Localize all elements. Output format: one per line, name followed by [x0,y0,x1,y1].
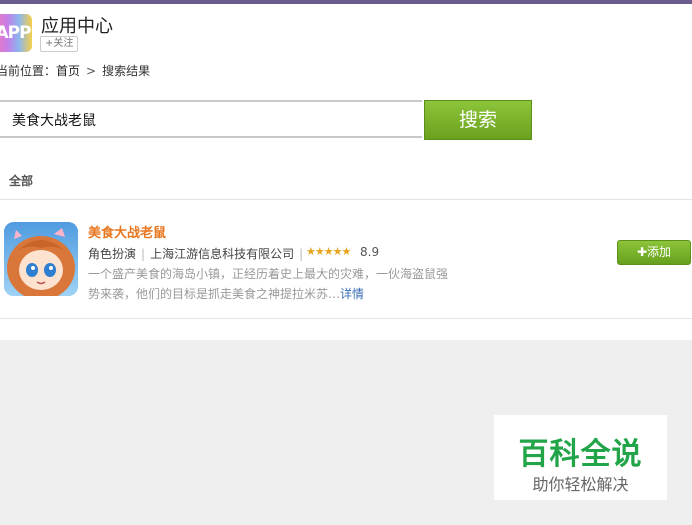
divider [0,318,692,319]
app-center-logo: APP [0,14,32,52]
watermark: 百科全说 助你轻松解决 [494,415,667,500]
app-meta: 角色扮演 | 上海江游信息科技有限公司 | [88,245,308,262]
follow-button[interactable]: +关注 [40,36,79,52]
breadcrumb-separator: > [86,64,97,78]
add-app-button[interactable]: ✚添加 [617,240,691,265]
logo-text: APP [0,23,32,43]
rating-score: 8.9 [360,245,380,259]
breadcrumb: 当前位置：首页 > 搜索结果 [0,62,150,79]
rating-stars-icon: ★★★★★ [306,245,351,258]
meta-separator: | [299,247,304,261]
app-category: 角色扮演 [88,247,137,261]
meta-separator: | [141,247,146,261]
search-input[interactable] [10,102,414,138]
breadcrumb-current: 搜索结果 [102,64,151,78]
app-name-link[interactable]: 美食大战老鼠 [88,222,166,241]
watermark-title: 百科全说 [518,437,643,472]
app-developer: 上海江游信息科技有限公司 [150,247,295,261]
search-button[interactable]: 搜索 [424,100,532,140]
description-text: 一个盛产美食的海岛小镇，正经历着史上最大的灾难，一伙海盗鼠强势来袭，他们的目标是… [88,267,449,301]
anime-girl-icon [4,222,78,296]
app-description: 一个盛产美食的海岛小镇，正经历着史上最大的灾难，一伙海盗鼠强势来袭，他们的目标是… [88,264,448,304]
page-title: 应用中心 [41,16,113,37]
search-box [0,100,422,138]
divider [0,199,692,200]
app-icon[interactable] [4,222,78,296]
details-link[interactable]: 详情 [340,287,364,301]
tab-all[interactable]: 全部 [9,172,33,189]
watermark-subtitle: 助你轻松解决 [532,475,629,494]
breadcrumb-prefix: 当前位置： [0,64,57,78]
breadcrumb-home-link[interactable]: 首页 [56,64,80,78]
